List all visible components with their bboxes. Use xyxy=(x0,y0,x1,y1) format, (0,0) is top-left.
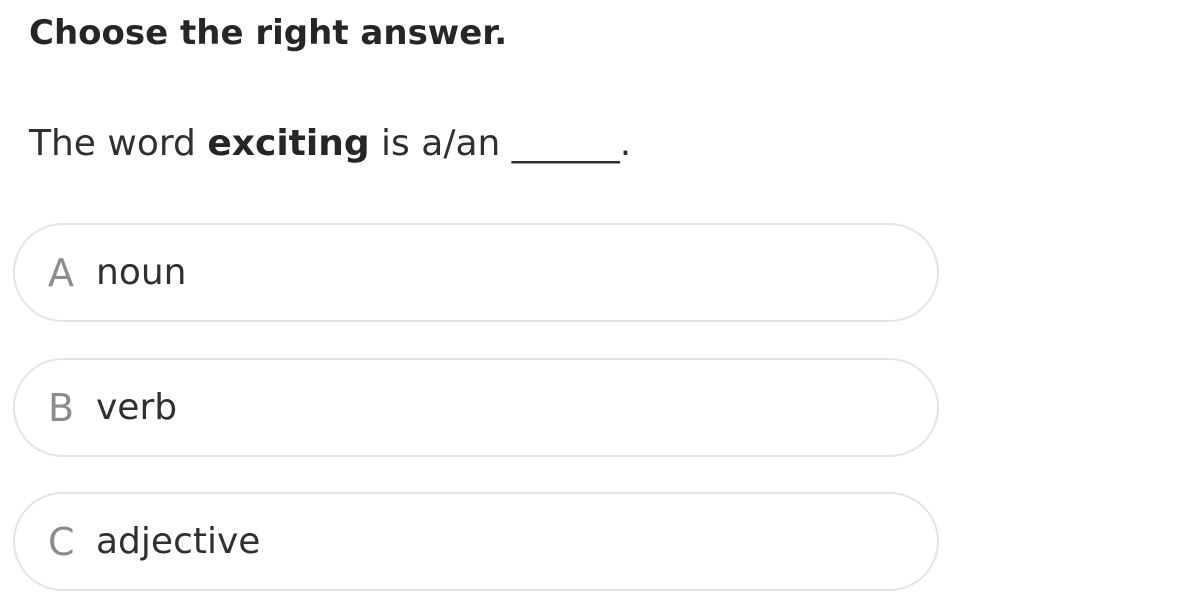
question-keyword: exciting xyxy=(207,123,370,164)
option-label: verb xyxy=(96,387,178,428)
option-letter: C xyxy=(48,519,75,564)
option-letter: A xyxy=(48,250,74,295)
answer-option-a[interactable]: A noun xyxy=(13,223,939,322)
answer-option-b[interactable]: B verb xyxy=(13,358,939,457)
option-label: adjective xyxy=(96,521,261,562)
question-text: The word exciting is a/an ______. xyxy=(29,118,631,170)
question-suffix: is a/an ______. xyxy=(369,123,632,164)
question-prefix: The word xyxy=(29,123,208,164)
answer-option-c[interactable]: C adjective xyxy=(13,492,939,591)
instruction-heading: Choose the right answer. xyxy=(29,13,508,53)
option-label: noun xyxy=(96,252,187,293)
option-letter: B xyxy=(48,385,75,430)
